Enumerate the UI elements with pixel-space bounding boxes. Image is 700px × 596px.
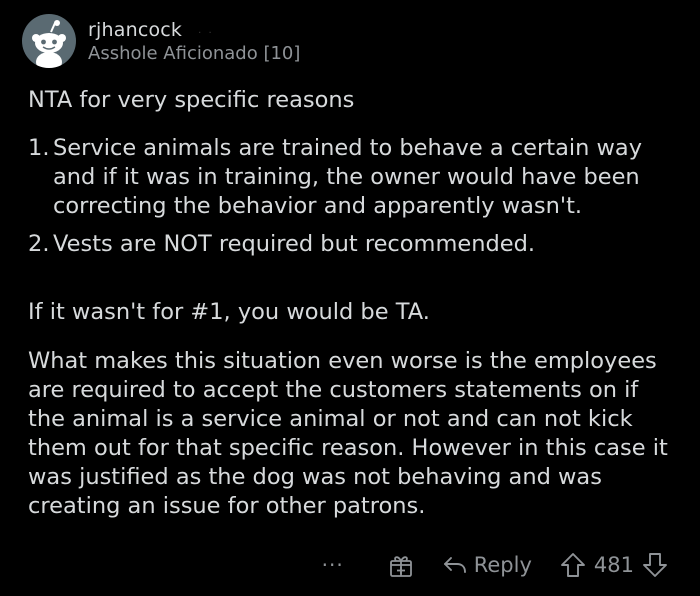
snoo-avatar-icon[interactable] xyxy=(22,14,76,68)
reply-button[interactable]: Reply xyxy=(442,553,532,577)
username-link[interactable]: rjhancock xyxy=(88,19,182,41)
list-item: 1. Service animals are trained to behave… xyxy=(28,134,678,221)
list-item-text: Vests are NOT required but recommended. xyxy=(53,231,536,257)
comment-header: rjhancock · · Asshole Aficionado [10] xyxy=(22,14,300,68)
more-options-icon[interactable]: ··· xyxy=(322,553,344,577)
list-item-number: 1. xyxy=(28,135,50,161)
vote-score: 481 xyxy=(593,553,634,577)
comment-body: NTA for very specific reasons 1. Service… xyxy=(28,86,678,521)
downvote-arrow-icon[interactable] xyxy=(642,552,668,578)
comment-paragraph: What makes this situation even worse is … xyxy=(28,348,668,519)
user-meta: rjhancock · · Asshole Aficionado [10] xyxy=(88,19,300,64)
comment-paragraph: If it wasn't for #1, you would be TA. xyxy=(28,299,430,325)
comment: rjhancock · · Asshole Aficionado [10] NT… xyxy=(0,0,700,596)
gift-award-icon[interactable] xyxy=(388,552,414,578)
vote-controls: 481 xyxy=(560,552,668,578)
list-item-text: Service animals are trained to behave a … xyxy=(53,135,643,219)
user-flair: Asshole Aficionado [10] xyxy=(88,42,301,64)
comment-list: 1. Service animals are trained to behave… xyxy=(28,134,678,259)
username-row: rjhancock · · xyxy=(88,19,300,41)
upvote-arrow-icon[interactable] xyxy=(560,552,586,578)
list-item-number: 2. xyxy=(28,231,50,257)
reply-label: Reply xyxy=(473,553,532,577)
header-dots: · · xyxy=(198,27,214,39)
comment-paragraph: NTA for very specific reasons xyxy=(28,87,355,113)
reply-arrow-icon xyxy=(442,554,468,576)
list-item: 2. Vests are NOT required but recommende… xyxy=(28,230,678,259)
comment-actions-bar: ··· Reply 481 xyxy=(322,551,668,579)
